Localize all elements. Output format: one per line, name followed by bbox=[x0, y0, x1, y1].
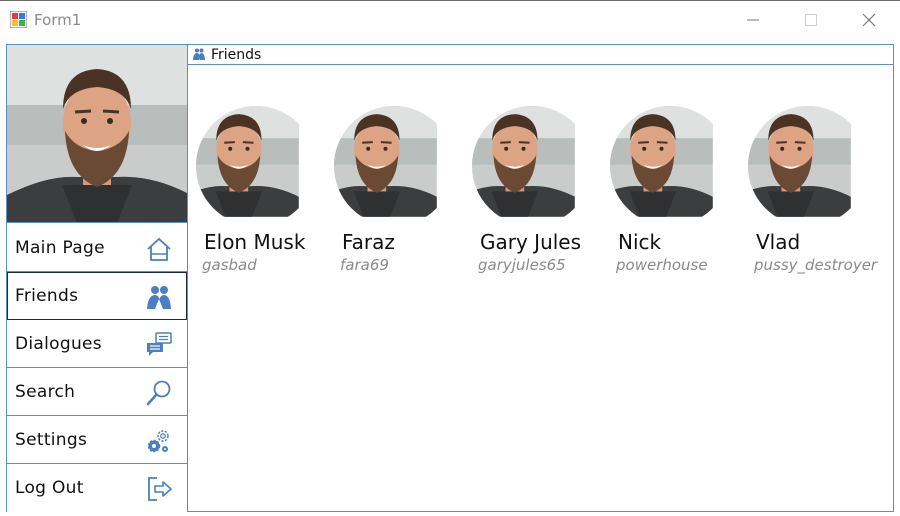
minimize-icon bbox=[747, 19, 759, 21]
avatar bbox=[334, 106, 454, 226]
avatar bbox=[610, 106, 730, 226]
sidebar-item-settings[interactable]: Settings bbox=[7, 416, 187, 464]
avatar bbox=[196, 106, 316, 226]
sidebar: Main Page Friends Dialogues Search Setti… bbox=[6, 44, 188, 512]
minimize-button[interactable] bbox=[730, 1, 776, 39]
friend-name: Gary Jules bbox=[480, 230, 582, 254]
friend-card[interactable]: Nick powerhouse bbox=[603, 106, 735, 276]
sidebar-item-label: Friends bbox=[15, 286, 79, 306]
friend-card[interactable]: Elon Musk gasbad bbox=[189, 106, 321, 276]
app-icon bbox=[10, 11, 27, 28]
sidebar-item-label: Settings bbox=[15, 430, 88, 450]
friends-icon bbox=[147, 286, 171, 309]
window-title: Form1 bbox=[34, 11, 82, 29]
friends-icon bbox=[193, 48, 205, 60]
maximize-icon bbox=[805, 14, 817, 26]
friend-card[interactable]: Vlad pussy_destroyer bbox=[741, 106, 877, 276]
friend-username: powerhouse bbox=[616, 256, 708, 274]
friend-username: gasbad bbox=[202, 256, 257, 274]
profile-photo bbox=[7, 45, 187, 223]
sidebar-item-label: Dialogues bbox=[15, 334, 102, 354]
friend-username: pussy_destroyer bbox=[754, 256, 878, 274]
sidebar-item-label: Search bbox=[15, 382, 76, 402]
close-button[interactable] bbox=[846, 1, 892, 39]
friend-name: Faraz bbox=[342, 230, 395, 254]
sidebar-item-main-page[interactable]: Main Page bbox=[7, 224, 187, 272]
avatar bbox=[748, 106, 868, 226]
gear-icon bbox=[147, 430, 169, 453]
friends-panel: Friends Elon Musk gasbad Faraz fara69 Ga… bbox=[187, 44, 894, 512]
friend-username: fara69 bbox=[340, 256, 389, 274]
sidebar-item-label: Log Out bbox=[15, 478, 84, 498]
logout-icon bbox=[148, 477, 172, 501]
sidebar-menu: Main Page Friends Dialogues Search Setti… bbox=[7, 224, 187, 512]
friend-card[interactable]: Faraz fara69 bbox=[327, 106, 459, 276]
sidebar-item-search[interactable]: Search bbox=[7, 368, 187, 416]
friend-card[interactable]: Gary Jules garyjules65 bbox=[465, 106, 597, 276]
sidebar-item-dialogues[interactable]: Dialogues bbox=[7, 320, 187, 368]
sidebar-item-log-out[interactable]: Log Out bbox=[7, 464, 187, 512]
friend-name: Vlad bbox=[756, 230, 801, 254]
friend-name: Nick bbox=[618, 230, 662, 254]
sidebar-item-friends[interactable]: Friends bbox=[7, 272, 187, 320]
panel-title: Friends bbox=[211, 47, 262, 63]
search-icon bbox=[146, 380, 171, 406]
home-icon bbox=[147, 237, 171, 261]
chat-icon bbox=[147, 332, 172, 356]
panel-header: Friends bbox=[188, 45, 893, 65]
title-bar: Form1 bbox=[0, 0, 900, 38]
close-icon bbox=[862, 13, 876, 27]
maximize-button[interactable] bbox=[788, 1, 834, 39]
sidebar-item-label: Main Page bbox=[15, 238, 105, 258]
avatar bbox=[472, 106, 592, 226]
friend-name: Elon Musk bbox=[204, 230, 306, 254]
friend-username: garyjules65 bbox=[478, 256, 566, 274]
